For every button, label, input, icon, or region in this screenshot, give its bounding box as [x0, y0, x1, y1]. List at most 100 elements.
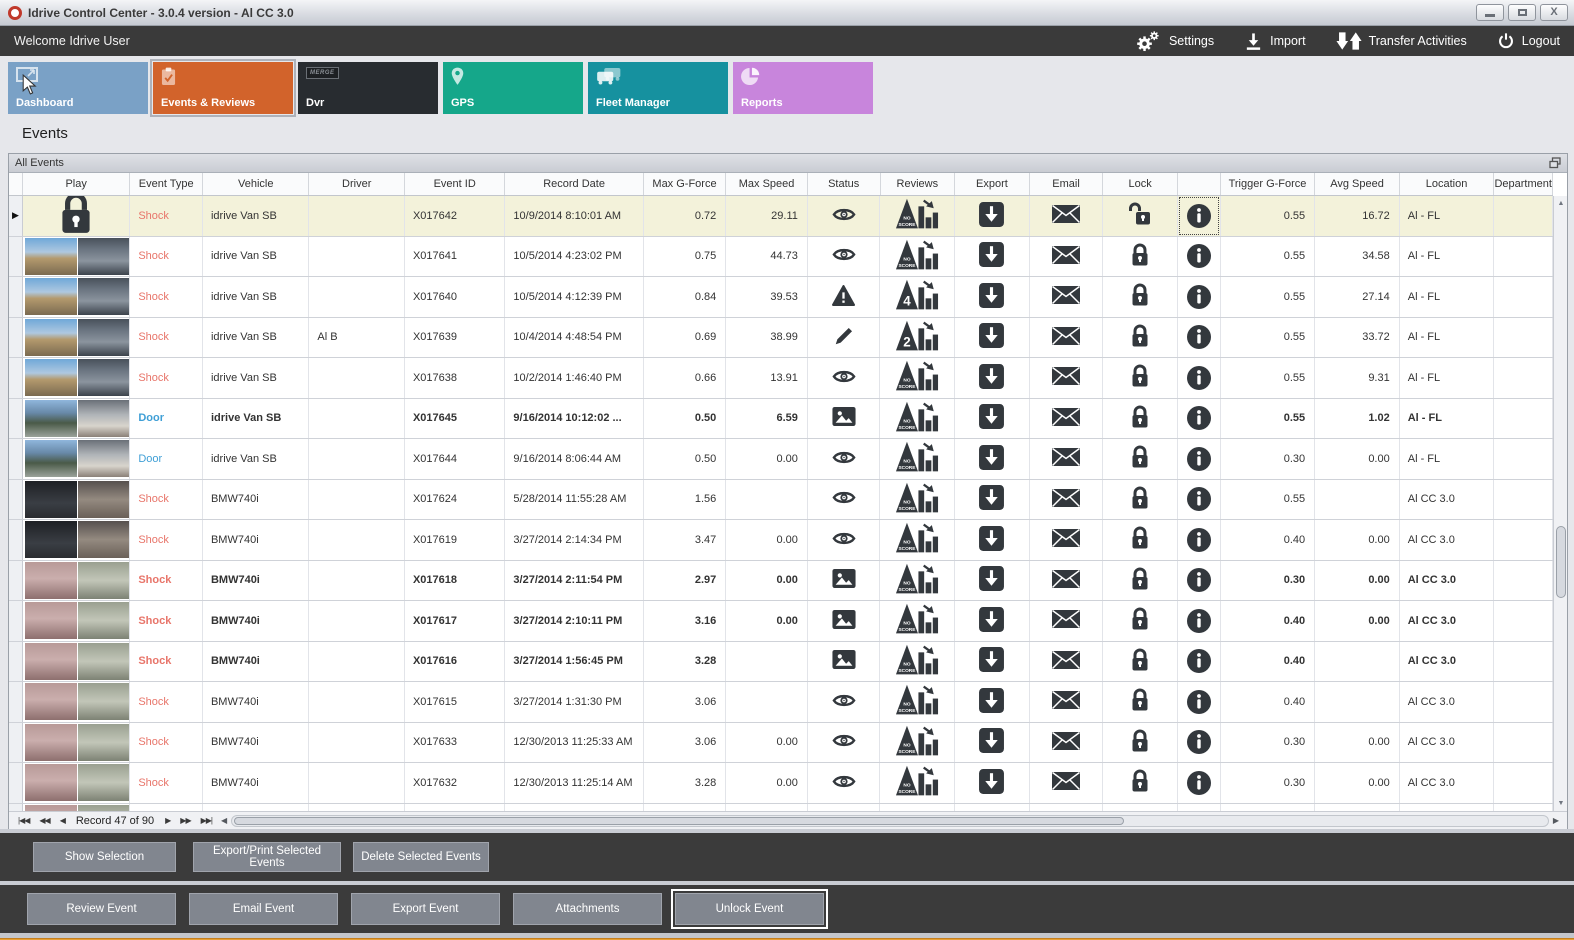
- lock-button[interactable]: [1103, 236, 1178, 276]
- table-row[interactable]: Shock BMW740i X017615 3/27/2014 1:31:30 PM 3…: [9, 682, 1553, 723]
- play-thumbnail[interactable]: [23, 601, 131, 641]
- event-video-thumbnail[interactable]: [25, 723, 130, 761]
- lock-button[interactable]: [1103, 398, 1178, 438]
- nav-last-button[interactable]: ▶▶|: [201, 816, 213, 825]
- review-event-button[interactable]: Review Event: [27, 893, 176, 925]
- lock-button[interactable]: [1103, 520, 1178, 560]
- play-cell-locked[interactable]: [23, 196, 131, 236]
- transfer-activities-button[interactable]: Transfer Activities: [1336, 31, 1467, 51]
- table-row[interactable]: Shock idrive Van SB X017638 10/2/2014 1:46:…: [9, 358, 1553, 399]
- event-video-thumbnail[interactable]: [25, 440, 130, 478]
- table-row[interactable]: Shock BMW740i X017624 5/28/2014 11:55:28 AM…: [9, 479, 1553, 520]
- play-thumbnail[interactable]: [23, 682, 131, 722]
- nav-prev-button[interactable]: ◀: [60, 816, 66, 825]
- reviews-cell[interactable]: NO SCORE: [880, 560, 956, 600]
- lock-button[interactable]: [1103, 763, 1178, 803]
- tile-events-reviews[interactable]: Events & Reviews: [150, 59, 296, 117]
- logout-button[interactable]: Logout: [1497, 32, 1560, 50]
- event-video-thumbnail[interactable]: [25, 237, 130, 275]
- tile-dvr[interactable]: MERGE Dvr: [298, 62, 438, 114]
- event-video-thumbnail[interactable]: [25, 480, 130, 518]
- column-header-export[interactable]: Export: [955, 173, 1030, 195]
- row-selector[interactable]: [9, 358, 23, 398]
- row-selector[interactable]: [9, 722, 23, 762]
- status-cell[interactable]: [808, 479, 881, 519]
- restore-panel-icon[interactable]: [1549, 157, 1561, 169]
- settings-button[interactable]: Settings: [1135, 30, 1214, 53]
- lock-button[interactable]: [1103, 317, 1178, 357]
- info-button[interactable]: [1178, 560, 1221, 600]
- column-header-info[interactable]: [1178, 173, 1221, 195]
- email-button[interactable]: [1030, 439, 1104, 479]
- status-cell[interactable]: [808, 641, 881, 681]
- status-cell[interactable]: [808, 682, 881, 722]
- import-button[interactable]: Import: [1244, 32, 1306, 51]
- tile-fleet-manager[interactable]: Fleet Manager: [588, 62, 728, 114]
- column-header-location[interactable]: Location: [1400, 173, 1495, 195]
- event-video-thumbnail[interactable]: [25, 683, 130, 721]
- info-button[interactable]: [1178, 682, 1221, 722]
- status-cell[interactable]: [808, 439, 881, 479]
- email-button[interactable]: [1030, 560, 1104, 600]
- table-row[interactable]: Door idrive Van SB X017644 9/16/2014 8:06:4…: [9, 439, 1553, 480]
- info-button[interactable]: [1178, 439, 1221, 479]
- info-button[interactable]: [1178, 317, 1221, 357]
- email-button[interactable]: [1030, 317, 1104, 357]
- play-thumbnail[interactable]: [23, 439, 131, 479]
- export-button[interactable]: [955, 641, 1030, 681]
- info-button[interactable]: [1178, 358, 1221, 398]
- row-selector[interactable]: [9, 763, 23, 803]
- play-thumbnail[interactable]: [23, 560, 131, 600]
- status-cell[interactable]: [808, 277, 881, 317]
- table-row[interactable]: Shock BMW740i X017633 12/30/2013 11:25:33 A…: [9, 722, 1553, 763]
- export-button[interactable]: [955, 722, 1030, 762]
- play-thumbnail[interactable]: [23, 763, 131, 803]
- export-button[interactable]: [955, 398, 1030, 438]
- row-selector[interactable]: [9, 560, 23, 600]
- email-button[interactable]: [1030, 520, 1104, 560]
- email-button[interactable]: [1030, 763, 1104, 803]
- table-row[interactable]: Shock BMW740i X017616 3/27/2014 1:56:45 PM 3…: [9, 641, 1553, 682]
- info-button[interactable]: [1178, 520, 1221, 560]
- info-button[interactable]: [1178, 641, 1221, 681]
- play-thumbnail[interactable]: [23, 317, 131, 357]
- info-button[interactable]: [1178, 398, 1221, 438]
- scroll-up-arrow[interactable]: ▲: [1554, 196, 1568, 211]
- close-button[interactable]: X: [1540, 4, 1568, 21]
- email-button[interactable]: [1030, 196, 1104, 236]
- play-thumbnail[interactable]: [23, 722, 131, 762]
- export-button[interactable]: [955, 439, 1030, 479]
- play-thumbnail[interactable]: [23, 236, 131, 276]
- tile-dashboard[interactable]: Dashboard: [8, 62, 148, 114]
- play-thumbnail[interactable]: [23, 398, 131, 438]
- hscroll-right-arrow[interactable]: ▶: [1553, 816, 1559, 825]
- reviews-cell[interactable]: NO SCORE: [880, 479, 956, 519]
- lock-button[interactable]: [1103, 641, 1178, 681]
- lock-button[interactable]: [1103, 601, 1178, 641]
- export-button[interactable]: [955, 682, 1030, 722]
- email-button[interactable]: [1030, 641, 1104, 681]
- table-row[interactable]: Shock BMW740i X017618 3/27/2014 2:11:54 PM 2…: [9, 560, 1553, 601]
- table-row[interactable]: Shock BMW740i X017619 3/27/2014 2:14:34 PM 3…: [9, 520, 1553, 561]
- nav-prev-page-button[interactable]: ◀◀: [39, 816, 50, 825]
- info-button[interactable]: [1178, 236, 1221, 276]
- info-button[interactable]: [1178, 803, 1221, 811]
- event-video-thumbnail[interactable]: [25, 602, 130, 640]
- table-row[interactable]: Shock idrive Van SB X017641 10/5/2014 4:23:…: [9, 236, 1553, 277]
- show-selection-button[interactable]: Show Selection: [33, 842, 176, 872]
- lock-button[interactable]: [1103, 722, 1178, 762]
- info-button[interactable]: [1178, 601, 1221, 641]
- play-thumbnail[interactable]: [23, 641, 131, 681]
- lock-button[interactable]: [1103, 560, 1178, 600]
- attachments-button[interactable]: Attachments: [513, 893, 662, 925]
- reviews-cell[interactable]: NO SCORE: [880, 722, 956, 762]
- column-header-gutter[interactable]: [9, 173, 23, 195]
- event-video-thumbnail[interactable]: [25, 399, 130, 437]
- table-row[interactable]: Shock idrive Van SB X017640 10/5/2014 4:12:…: [9, 277, 1553, 318]
- status-cell[interactable]: [808, 520, 881, 560]
- row-selector[interactable]: [9, 601, 23, 641]
- row-selector[interactable]: [9, 236, 23, 276]
- reviews-cell[interactable]: NO SCORE: [880, 601, 956, 641]
- event-video-thumbnail[interactable]: [25, 764, 130, 802]
- status-cell[interactable]: [808, 722, 881, 762]
